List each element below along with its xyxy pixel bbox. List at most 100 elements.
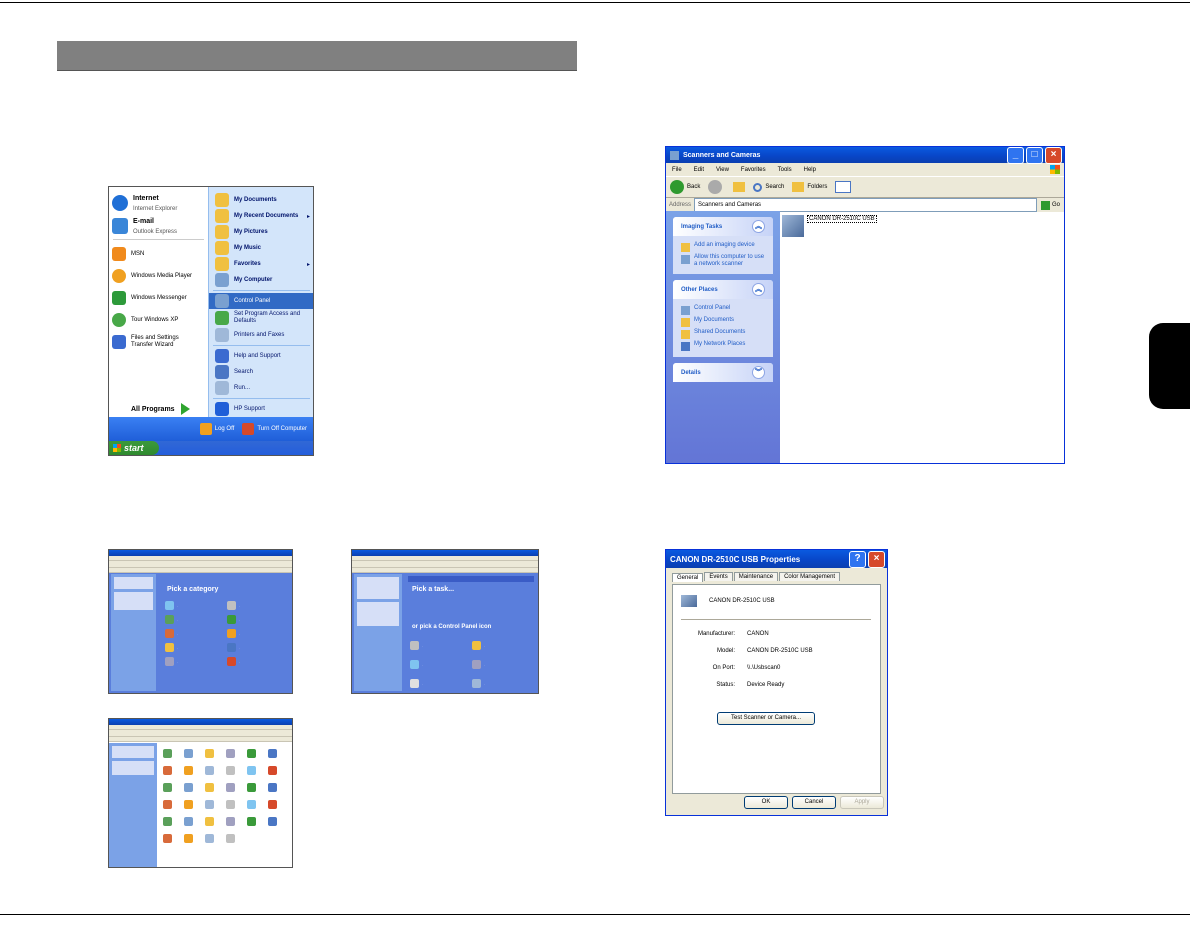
scanners-window: Scanners and Cameras _ □ × File Edit View F… <box>665 146 1065 464</box>
panel-divider <box>681 619 871 620</box>
pick-task-heading: Pick a task... <box>412 586 455 593</box>
recent-messenger[interactable]: Windows Messenger <box>112 287 208 309</box>
field-label: On Port: <box>712 665 735 671</box>
recent-tour[interactable]: Tour Windows XP <box>112 309 208 331</box>
control-panel-applet-icon <box>163 766 172 775</box>
imaging-tasks-header[interactable]: Imaging Tasks ︽ <box>673 217 773 236</box>
minimize-button[interactable]: _ <box>1007 147 1024 164</box>
folders-button[interactable]: Folders <box>788 182 831 192</box>
turn-off-button[interactable]: Turn Off Computer <box>242 423 307 435</box>
start-item-label: Control Panel <box>234 297 271 304</box>
scanner-title-icon <box>670 150 679 160</box>
start-right-item[interactable]: Help and Support <box>209 348 313 364</box>
task-link-label: Add an imaging device <box>694 242 755 248</box>
menu-item[interactable]: Edit <box>688 167 710 173</box>
pinned-email[interactable]: E-mail Outlook Express <box>112 216 177 236</box>
control-panel-applet-icon <box>205 783 214 792</box>
recent-transfer-wizard[interactable]: Files and Settings Transfer Wizard <box>112 331 208 353</box>
start-right-item[interactable]: Control Panel <box>209 293 313 309</box>
start-right-item[interactable]: My Documents <box>209 192 313 208</box>
control-panel-applet-icon <box>226 749 235 758</box>
forward-button[interactable] <box>704 180 729 194</box>
search-icon <box>753 182 763 192</box>
category-grid-right: . . . . . <box>227 596 287 671</box>
go-button[interactable]: Go <box>1037 200 1064 210</box>
section-header-bar <box>57 41 577 71</box>
field-label: Manufacturer: <box>697 631 735 637</box>
pick-category-heading: Pick a category <box>167 586 219 593</box>
tab-events[interactable]: Events <box>704 572 733 581</box>
imaging-tasks-list: Add an imaging device Allow this computer… <box>673 236 773 274</box>
scanners-title: Scanners and Cameras <box>683 151 761 159</box>
device-fields: Manufacturer: CANON Model: CANON DR-2510C U… <box>673 631 880 699</box>
tab-maintenance[interactable]: Maintenance <box>733 572 779 581</box>
collapse-chevron-icon: ︽ <box>752 283 765 296</box>
back-button[interactable]: Back <box>666 180 704 194</box>
test-scanner-button[interactable]: Test Scanner or Camera... <box>717 712 815 725</box>
start-item-icon <box>215 311 229 325</box>
ok-button[interactable]: OK <box>744 796 788 809</box>
search-button[interactable]: Search <box>749 182 788 192</box>
maximize-button[interactable]: □ <box>1026 147 1043 164</box>
menu-item[interactable]: Favorites <box>735 167 772 173</box>
task-link[interactable]: Control Panel <box>681 305 765 315</box>
control-panel-applet-icon <box>226 766 235 775</box>
field-label: Status: <box>716 682 735 688</box>
start-right-item[interactable]: Printers and Faxes <box>209 327 313 343</box>
start-right-item[interactable]: Run... <box>209 380 313 396</box>
menu-item[interactable]: Help <box>798 167 822 173</box>
start-right-item[interactable]: Search <box>209 364 313 380</box>
start-item-icon <box>215 257 229 271</box>
dialog-close-button[interactable]: × <box>868 550 885 568</box>
address-input[interactable]: Scanners and Cameras <box>694 198 1037 212</box>
start-right-item[interactable]: HP Support <box>209 401 313 417</box>
start-right-item[interactable]: Set Program Access and Defaults <box>209 309 313 327</box>
control-panel-category-thumbnail: Pick a category . . . . . . . . . . <box>108 549 293 694</box>
field-value: \\.\Usbscan0 <box>747 665 781 671</box>
start-menu-left-pane: Internet Internet Explorer E-mail Outlook … <box>109 187 208 417</box>
menu-item[interactable]: Tools <box>772 167 798 173</box>
task-link[interactable]: Shared Documents <box>681 329 765 339</box>
messenger-icon <box>112 291 126 305</box>
start-right-item[interactable]: My Computer <box>209 272 313 288</box>
control-panel-applet-icon <box>268 783 277 792</box>
start-right-item[interactable]: Favorites ▸ <box>209 256 313 272</box>
task-link[interactable]: My Network Places <box>681 341 765 351</box>
all-programs[interactable]: All Programs <box>131 403 190 415</box>
top-rule <box>0 2 1190 3</box>
start-right-item[interactable]: My Recent Documents ▸ <box>209 208 313 224</box>
start-item-label: Run... <box>234 384 251 391</box>
task-link[interactable]: Add an imaging device <box>681 242 765 252</box>
close-button[interactable]: × <box>1045 147 1062 164</box>
views-button[interactable] <box>831 181 855 193</box>
details-header[interactable]: Details ︾ <box>673 363 773 382</box>
pinned-internet[interactable]: Internet Internet Explorer <box>112 193 177 213</box>
address-bar: Address Scanners and Cameras Go <box>666 198 1064 212</box>
apply-button[interactable]: Apply <box>840 796 884 809</box>
recent-media-player[interactable]: Windows Media Player <box>112 265 208 287</box>
task-link[interactable]: My Documents <box>681 317 765 327</box>
control-panel-applet-icon <box>247 749 256 758</box>
recent-msn[interactable]: MSN <box>112 243 208 265</box>
menu-item[interactable]: View <box>710 167 735 173</box>
start-right-item[interactable]: My Pictures <box>209 224 313 240</box>
field-value: CANON DR-2510C USB <box>747 648 813 654</box>
field-row: Model: CANON DR-2510C USB <box>673 648 880 665</box>
help-button[interactable]: ? <box>849 550 866 568</box>
control-panel-applet-icon <box>163 783 172 792</box>
device-label: CANON DR-2510C USB <box>807 215 877 223</box>
mini-toolbar <box>109 730 292 737</box>
cancel-button[interactable]: Cancel <box>792 796 836 809</box>
field-label: Model: <box>716 648 735 654</box>
start-button[interactable]: start <box>109 441 159 455</box>
task-link[interactable]: Allow this computer to use a network sca… <box>681 254 765 268</box>
up-folder-button[interactable] <box>729 182 749 192</box>
menu-item[interactable]: File <box>666 167 688 173</box>
other-places-header[interactable]: Other Places ︽ <box>673 280 773 299</box>
start-item-icon <box>215 193 229 207</box>
tab-general[interactable]: General <box>672 573 704 582</box>
device-item[interactable]: CANON DR-2510C USB <box>782 215 877 237</box>
start-right-item[interactable]: My Music <box>209 240 313 256</box>
log-off-button[interactable]: Log Off <box>199 423 234 435</box>
tab-color-management[interactable]: Color Management <box>779 572 841 581</box>
